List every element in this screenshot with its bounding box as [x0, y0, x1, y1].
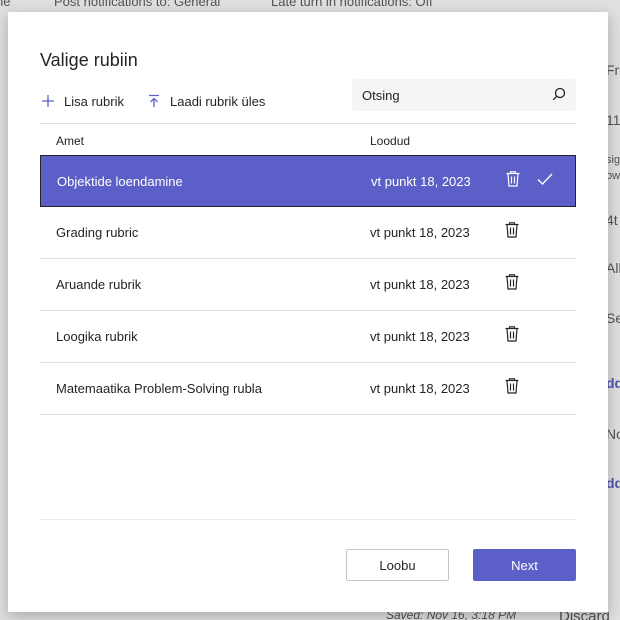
trash-icon[interactable]	[504, 221, 520, 239]
dialog-title: Valige rubiin	[40, 50, 138, 70]
check-icon	[537, 173, 553, 186]
rubric-date: vt punkt 18, 2023	[370, 225, 470, 240]
add-rubric-button[interactable]: Lisa rubrik	[40, 90, 124, 112]
footer-divider	[40, 519, 576, 520]
trash-icon[interactable]	[504, 273, 520, 291]
rubric-name: Objektide loendamine	[57, 174, 183, 189]
rubric-date: vt punkt 18, 2023	[371, 174, 471, 189]
rubric-table: Amet Loodud Objektide loendamine vt punk…	[40, 123, 576, 415]
plus-icon	[42, 95, 54, 107]
rubric-date: vt punkt 18, 2023	[370, 329, 470, 344]
add-rubric-label: Lisa rubrik	[64, 93, 124, 109]
table-row[interactable]: Grading rubric vt punkt 18, 2023	[40, 207, 576, 259]
column-header-created: Loodud	[370, 134, 411, 148]
rubric-name: Loogika rubrik	[56, 329, 138, 344]
table-row[interactable]: Aruande rubrik vt punkt 18, 2023	[40, 259, 576, 311]
rubric-date: vt punkt 18, 2023	[370, 277, 470, 292]
column-header-name: Amet	[56, 134, 85, 148]
next-button[interactable]: Next	[473, 549, 576, 581]
trash-icon[interactable]	[505, 170, 521, 188]
upload-rubric-label: Laadi rubrik üles	[170, 93, 266, 109]
trash-icon[interactable]	[504, 325, 520, 343]
select-rubric-dialog: Valige rubiin Lisa rubrik Laadi rubrik ü…	[8, 12, 608, 612]
rubric-name: Matemaatika Problem-Solving rubla	[56, 381, 262, 396]
table-header: Amet Loodud	[40, 123, 576, 155]
table-row[interactable]: Loogika rubrik vt punkt 18, 2023	[40, 311, 576, 363]
rubric-name: Grading rubric	[56, 225, 139, 240]
table-row[interactable]: Matemaatika Problem-Solving rubla vt pun…	[40, 363, 576, 415]
rubric-date: vt punkt 18, 2023	[370, 381, 470, 396]
cancel-button[interactable]: Loobu	[346, 549, 449, 581]
trash-icon[interactable]	[504, 377, 520, 395]
upload-rubric-button[interactable]: Laadi rubrik üles	[146, 90, 265, 112]
table-row-selected[interactable]: Objektide loendamine vt punkt 18, 2023	[40, 155, 576, 207]
rubric-name: Aruande rubrik	[56, 277, 142, 292]
search-box	[352, 79, 576, 111]
search-icon[interactable]	[552, 87, 566, 101]
search-input[interactable]	[352, 79, 542, 111]
upload-icon	[149, 94, 159, 107]
